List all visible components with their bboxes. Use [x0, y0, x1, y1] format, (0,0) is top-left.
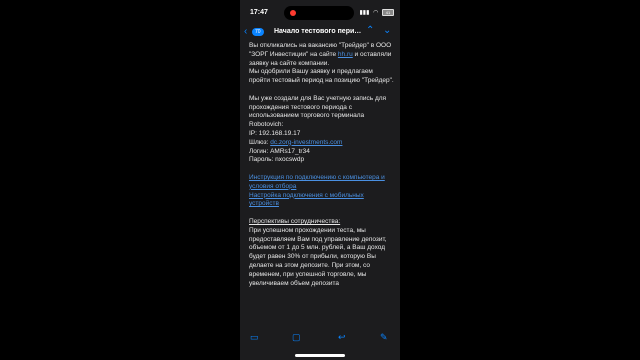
next-message-icon[interactable]: ⌄ [383, 25, 391, 36]
perspectives-text: При успешном прохождении теста, мы предо… [249, 226, 387, 287]
message-body: Вы откликались на вакансию "Трейдер" в О… [249, 42, 395, 332]
perspectives-paragraph: Перспективы сотрудничества: При успешном… [249, 218, 395, 288]
ip-line: IP: 192.168.19.17 [249, 129, 301, 137]
mail-nav-bar: ‹ 70 Начало тестового перио... ⌃ ⌄ [240, 24, 400, 42]
folder-icon[interactable]: ▢ [292, 332, 301, 343]
intro-paragraph: Вы откликались на вакансию "Трейдер" в О… [249, 42, 395, 86]
back-chevron-icon[interactable]: ‹ [244, 26, 247, 37]
archive-icon[interactable]: ▭ [250, 332, 259, 343]
recording-indicator-icon [290, 10, 296, 16]
message-subject: Начало тестового перио... [274, 28, 364, 35]
unread-count-badge[interactable]: 70 [252, 28, 264, 36]
account-text: Мы уже создали для Вас учетную запись дл… [249, 94, 387, 129]
gateway-label: Шлюз: [249, 138, 271, 146]
links-paragraph: Инструкция по подключению с компьютера и… [249, 174, 395, 209]
status-icons: ▮▮▮ ◠ 41 [358, 9, 394, 16]
status-bar: 17:47 ▮▮▮ ◠ 41 [240, 0, 400, 22]
gateway-link[interactable]: dc.zorg-investments.com [270, 139, 342, 146]
battery-icon: 41 [382, 9, 394, 16]
compose-icon[interactable]: ✎ [380, 332, 388, 343]
hh-link[interactable]: hh.ru [338, 51, 353, 58]
status-time: 17:47 [250, 9, 268, 16]
home-indicator[interactable] [295, 354, 345, 357]
signal-icon: ▮▮▮ [359, 10, 370, 16]
approval-text: Мы одобрили Вашу заявку и предлагаем про… [249, 68, 394, 85]
perspectives-heading: Перспективы сотрудничества: [249, 217, 341, 225]
previous-message-icon[interactable]: ⌃ [366, 25, 374, 36]
instructions-link[interactable]: Инструкция по подключению с компьютера и… [249, 174, 385, 190]
login-line: Логин: AMRs17_tr34 [249, 147, 310, 155]
password-line: Пароль: nxocswdp [249, 156, 305, 164]
account-paragraph: Мы уже создали для Вас учетную запись дл… [249, 95, 395, 165]
mobile-setup-link[interactable]: Настройка подключения с мобильных устрой… [249, 192, 364, 208]
phone-screen: 17:47 ▮▮▮ ◠ 41 ‹ 70 Начало тестового пер… [240, 0, 400, 360]
reply-icon[interactable]: ↩ [338, 332, 346, 343]
wifi-icon: ◠ [373, 10, 379, 16]
